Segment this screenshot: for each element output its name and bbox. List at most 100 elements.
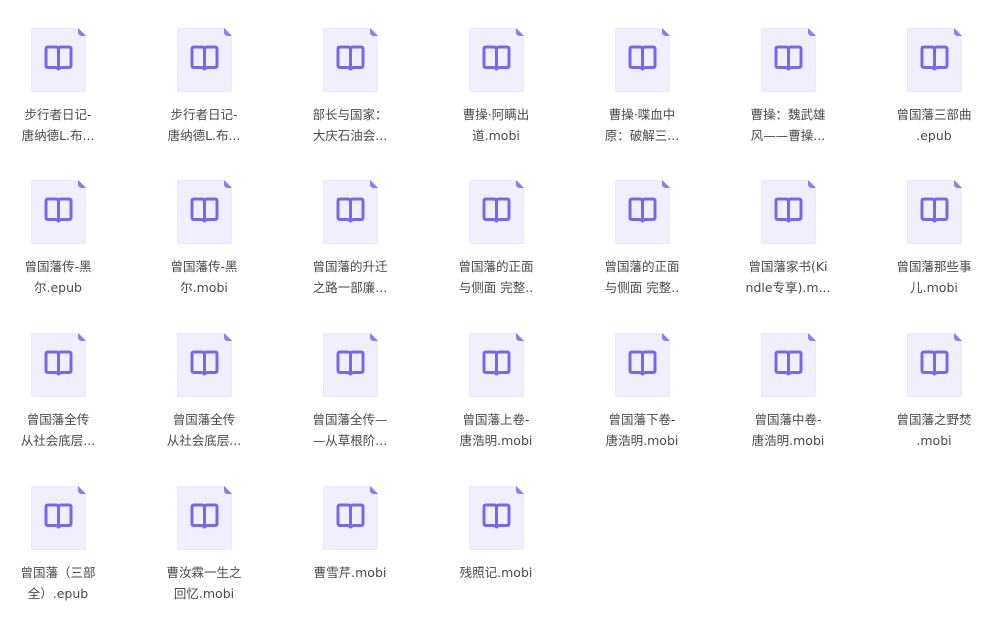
file-name-line: ndle专享).m... (745, 280, 831, 295)
file-name-line: 原：破解三... (604, 128, 680, 143)
file-item[interactable]: 曹雪芹.mobi (300, 484, 410, 624)
file-name-line: 曾国藩传-黑 (170, 259, 238, 274)
ebook-file-icon (761, 333, 816, 397)
ebook-file-icon (907, 180, 962, 244)
file-name: 步行者日记- 唐纳德L.布... (154, 104, 254, 146)
file-name: 曾国藩（三部 全）.epub (8, 562, 108, 604)
file-name-line: —从草根阶... (312, 433, 388, 448)
ebook-file-icon (31, 180, 86, 244)
ebook-file-icon (323, 486, 378, 550)
file-name-line: 曾国藩中卷- (754, 412, 822, 427)
ebook-file-icon (761, 28, 816, 92)
file-name-line: 残照记.mobi (459, 565, 533, 580)
file-grid: 步行者日记- 唐纳德L.布... 步行者日记- 唐纳德L.布... 部长与国家： 大庆… (0, 0, 997, 624)
file-name: 曾国藩三部曲 .epub (884, 104, 984, 146)
file-name-line: 大庆石油会... (312, 128, 388, 143)
file-name-line: 唐浩明.mobi (605, 433, 679, 448)
file-item[interactable]: 曾国藩下卷- 唐浩明.mobi (592, 331, 702, 471)
file-item[interactable]: 曾国藩传-黑 尔.mobi (154, 178, 264, 318)
file-name-line: 曾国藩家书(Ki (748, 259, 828, 274)
file-name-line: 曾国藩上卷- (462, 412, 530, 427)
file-name: 曹操·喋血中 原：破解三... (592, 104, 692, 146)
file-name-line: 曾国藩的升迁 (312, 259, 388, 274)
ebook-file-icon (323, 180, 378, 244)
file-name-line: 唐纳德L.布... (21, 128, 95, 143)
file-item[interactable]: 曹操·喋血中 原：破解三... (592, 26, 702, 166)
file-item[interactable]: 曾国藩家书(Ki ndle专享).m... (738, 178, 848, 318)
file-name-line: 与侧面 完整.. (604, 280, 680, 295)
ebook-file-icon (615, 28, 670, 92)
file-item[interactable]: 曹汝霖一生之 回忆.mobi (154, 484, 264, 624)
file-item[interactable]: 曾国藩的升迁 之路一部廉... (300, 178, 410, 318)
file-name-line: 曹操：魏武雄 (750, 107, 826, 122)
ebook-file-icon (323, 28, 378, 92)
file-name: 曹汝霖一生之 回忆.mobi (154, 562, 254, 604)
file-name-line: 步行者日记- (170, 107, 238, 122)
file-name: 曹操·阿瞒出 道.mobi (446, 104, 546, 146)
ebook-file-icon (177, 486, 232, 550)
ebook-file-icon (469, 180, 524, 244)
file-name-line: 儿.mobi (910, 280, 958, 295)
file-name-line: 道.mobi (472, 128, 520, 143)
file-item[interactable]: 曾国藩（三部 全）.epub (8, 484, 118, 624)
ebook-file-icon (615, 333, 670, 397)
file-name-line: 唐浩明.mobi (751, 433, 825, 448)
file-item[interactable]: 曾国藩那些事 儿.mobi (884, 178, 994, 318)
file-name: 曾国藩之野焚 .mobi (884, 409, 984, 451)
file-name: 曾国藩传-黑 尔.mobi (154, 256, 254, 298)
file-item[interactable]: 曾国藩中卷- 唐浩明.mobi (738, 331, 848, 471)
file-name-line: 从社会底层... (166, 433, 242, 448)
file-item[interactable]: 曹操·阿瞒出 道.mobi (446, 26, 556, 166)
ebook-file-icon (469, 486, 524, 550)
file-name-line: 唐纳德L.布... (167, 128, 241, 143)
file-name-line: 曾国藩全传 (26, 412, 90, 427)
file-item[interactable]: 曾国藩全传— —从草根阶... (300, 331, 410, 471)
file-name: 曾国藩的升迁 之路一部廉... (300, 256, 400, 298)
file-name-line: 尔.epub (34, 280, 82, 295)
file-item[interactable]: 曾国藩的正面 与侧面 完整.. (446, 178, 556, 318)
ebook-file-icon (615, 180, 670, 244)
file-name-line: 风——曹操... (750, 128, 826, 143)
file-name-line: 曾国藩下卷- (608, 412, 676, 427)
file-name-line: 回忆.mobi (173, 586, 235, 601)
file-name: 曾国藩下卷- 唐浩明.mobi (592, 409, 692, 451)
file-name: 步行者日记- 唐纳德L.布... (8, 104, 108, 146)
file-name-line: 曾国藩的正面 (604, 259, 680, 274)
file-name-line: 曹操·喋血中 (608, 107, 676, 122)
file-item[interactable]: 曾国藩全传 从社会底层... (154, 331, 264, 471)
ebook-file-icon (31, 28, 86, 92)
file-item[interactable]: 残照记.mobi (446, 484, 556, 624)
file-item[interactable]: 曾国藩传-黑 尔.epub (8, 178, 118, 318)
file-item[interactable]: 曾国藩全传 从社会底层... (8, 331, 118, 471)
file-item[interactable]: 曾国藩三部曲 .epub (884, 26, 994, 166)
ebook-file-icon (907, 28, 962, 92)
file-item[interactable]: 步行者日记- 唐纳德L.布... (8, 26, 118, 166)
ebook-file-icon (177, 180, 232, 244)
file-item[interactable]: 曾国藩的正面 与侧面 完整.. (592, 178, 702, 318)
file-name: 曾国藩上卷- 唐浩明.mobi (446, 409, 546, 451)
file-name-line: 与侧面 完整.. (458, 280, 534, 295)
ebook-file-icon (177, 333, 232, 397)
file-name-line: 之路一部廉... (312, 280, 388, 295)
ebook-file-icon (761, 180, 816, 244)
file-name: 曹雪芹.mobi (300, 562, 400, 583)
file-name: 曾国藩的正面 与侧面 完整.. (446, 256, 546, 298)
file-item[interactable]: 部长与国家： 大庆石油会... (300, 26, 410, 166)
ebook-file-icon (469, 28, 524, 92)
file-item[interactable]: 曾国藩上卷- 唐浩明.mobi (446, 331, 556, 471)
file-name: 曾国藩全传— —从草根阶... (300, 409, 400, 451)
file-name: 部长与国家： 大庆石油会... (300, 104, 400, 146)
file-name-line: 曾国藩（三部 (20, 565, 96, 580)
file-name: 残照记.mobi (446, 562, 546, 583)
file-name-line: 曾国藩之野焚 (896, 412, 972, 427)
file-name-line: .mobi (916, 433, 952, 448)
file-name: 曾国藩家书(Ki ndle专享).m... (738, 256, 838, 298)
file-item[interactable]: 步行者日记- 唐纳德L.布... (154, 26, 264, 166)
file-name-line: 曹汝霖一生之 (166, 565, 242, 580)
ebook-file-icon (31, 486, 86, 550)
file-name-line: 曾国藩那些事 (896, 259, 972, 274)
file-name: 曾国藩全传 从社会底层... (8, 409, 108, 451)
file-item[interactable]: 曾国藩之野焚 .mobi (884, 331, 994, 471)
file-name-line: .epub (916, 128, 952, 143)
file-item[interactable]: 曹操：魏武雄 风——曹操... (738, 26, 848, 166)
